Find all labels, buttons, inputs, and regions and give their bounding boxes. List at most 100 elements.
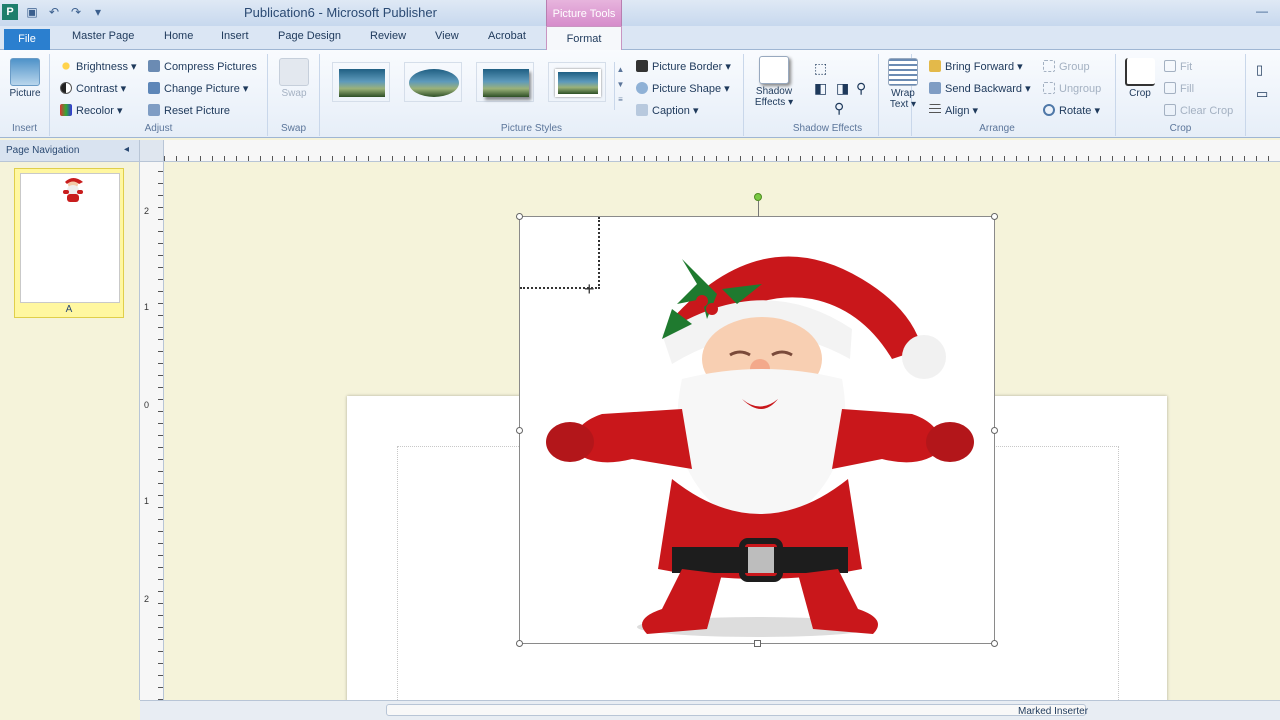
wrap-text-button[interactable]: Wrap Text ▾ (885, 58, 921, 110)
group-label-arrange: Arrange (979, 123, 1015, 134)
horizontal-ruler[interactable] (164, 140, 1280, 162)
clear-crop-icon (1164, 104, 1176, 116)
publication-workspace[interactable]: + (165, 163, 1280, 700)
style-gallery-scroll[interactable]: ▲ ▼ ≡ (614, 62, 626, 110)
insert-picture-button[interactable]: Picture (6, 58, 44, 99)
contrast-button[interactable]: Contrast ▾ (60, 82, 126, 95)
vertical-ruler[interactable]: 2 1 0 1 2 (140, 162, 164, 700)
caption-icon (636, 104, 648, 116)
resize-handle-left[interactable] (516, 427, 523, 434)
tab-page-design[interactable]: Page Design (278, 30, 341, 50)
scrollbar-thumb[interactable] (386, 704, 1086, 716)
recolor-button[interactable]: Recolor ▾ (60, 104, 122, 117)
send-backward-icon (929, 82, 941, 94)
picture-shape-button[interactable]: Picture Shape ▾ (636, 82, 730, 95)
tab-home[interactable]: Home (164, 30, 193, 50)
tab-acrobat[interactable]: Acrobat (488, 30, 526, 50)
compress-pictures-button[interactable]: Compress Pictures (148, 60, 257, 73)
undo-icon[interactable]: ↶ (46, 4, 62, 20)
wrap-text-label: Wrap Text ▾ (889, 88, 917, 110)
change-picture-button[interactable]: Change Picture ▾ (148, 82, 248, 95)
ruler-number: 1 (144, 302, 150, 312)
publisher-app-icon[interactable]: P (2, 4, 18, 20)
swap-button[interactable]: Swap (276, 58, 312, 99)
shape-width-icon[interactable]: ▭ (1256, 86, 1268, 102)
change-picture-icon (148, 82, 160, 94)
reset-picture-icon (148, 104, 160, 116)
caption-button[interactable]: Caption ▾ (636, 104, 699, 117)
ungroup-button[interactable]: Ungroup (1043, 82, 1101, 95)
minimize-button[interactable]: — (1250, 2, 1274, 20)
clear-crop-button[interactable]: Clear Crop (1164, 104, 1233, 117)
tab-format[interactable]: Format (546, 26, 622, 51)
ruler-number: 2 (144, 206, 150, 216)
group-insert: Picture Insert (0, 54, 50, 136)
contrast-icon (60, 82, 72, 94)
nudge-shadow-up-icon[interactable]: ⬚ (814, 60, 827, 77)
page-navigation-title: Page Navigation (6, 145, 80, 156)
group-label-insert: Insert (11, 123, 37, 134)
brightness-icon (60, 60, 72, 72)
contrast-label: Contrast ▾ (76, 83, 127, 95)
page-thumbnail-selected[interactable]: A (14, 168, 124, 318)
resize-handle-top-right[interactable] (991, 213, 998, 220)
tab-review[interactable]: Review (370, 30, 406, 50)
rotate-handle[interactable] (754, 193, 762, 201)
bring-forward-icon (929, 60, 941, 72)
align-label: Align ▾ (945, 105, 979, 117)
group-button[interactable]: Group (1043, 60, 1090, 73)
tab-master-page[interactable]: Master Page (72, 30, 134, 50)
ruler-number: 0 (144, 400, 150, 410)
selected-picture-frame[interactable]: + (516, 193, 998, 647)
shadow-effects-button[interactable]: Shadow Effects ▾ (750, 56, 798, 108)
caption-label: Caption ▾ (652, 105, 699, 117)
tab-insert[interactable]: Insert (221, 30, 249, 50)
toggle-shadow-icon[interactable]: ◧ (814, 80, 827, 97)
picture-style-2[interactable] (404, 62, 462, 102)
wrap-text-icon (888, 58, 918, 86)
picture-shape-label: Picture Shape ▾ (652, 83, 730, 95)
crop-icon (1125, 58, 1155, 86)
shadow-effects-label: Shadow Effects ▾ (754, 86, 794, 108)
picture-style-1[interactable] (332, 62, 390, 102)
collapse-pane-icon[interactable]: ◂ (124, 144, 129, 155)
fill-button[interactable]: Fill (1164, 82, 1194, 95)
clear-crop-label: Clear Crop (1180, 105, 1234, 117)
pen-icon (636, 60, 648, 72)
resize-handle-bottom[interactable] (754, 640, 761, 647)
resize-handle-bottom-left[interactable] (516, 640, 523, 647)
align-button[interactable]: Align ▾ (929, 104, 978, 117)
horizontal-scrollbar[interactable]: Marked Inserter (140, 700, 1280, 720)
fit-button[interactable]: Fit (1164, 60, 1192, 73)
bring-forward-button[interactable]: Bring Forward ▾ (929, 60, 1023, 73)
nudge-shadow-down-icon[interactable]: ⚲ (834, 100, 844, 117)
ruler-corner (140, 140, 164, 162)
picture-style-3[interactable] (476, 62, 534, 102)
picture-border-button[interactable]: Picture Border ▾ (636, 60, 731, 73)
picture-style-4[interactable] (548, 62, 606, 102)
save-icon[interactable]: ▣ (24, 4, 40, 20)
style-preview-icon (339, 69, 385, 97)
tab-view[interactable]: View (435, 30, 459, 50)
resize-handle-bottom-right[interactable] (991, 640, 998, 647)
shadow-icon (759, 56, 789, 84)
resize-handle-right[interactable] (991, 427, 998, 434)
redo-icon[interactable]: ↷ (68, 4, 84, 20)
insert-picture-label: Picture (9, 88, 41, 99)
brightness-button[interactable]: Brightness ▾ (60, 60, 137, 73)
zoom-icon[interactable]: ⚲ (856, 80, 866, 97)
send-backward-button[interactable]: Send Backward ▾ (929, 82, 1031, 95)
group-label-picture-styles: Picture Styles (500, 123, 563, 134)
reset-picture-button[interactable]: Reset Picture (148, 104, 230, 117)
tab-file[interactable]: File (4, 29, 50, 50)
nudge-shadow-right-icon[interactable]: ◨ (836, 80, 849, 97)
ribbon: Picture Insert Brightness ▾ Contrast ▾ R… (0, 50, 1280, 138)
crop-button[interactable]: Crop (1122, 58, 1158, 99)
group-picture-styles: ▲ ▼ ≡ Picture Border ▾ Picture Shape ▾ Cap… (320, 54, 744, 136)
bring-forward-label: Bring Forward ▾ (945, 61, 1023, 73)
rotate-button[interactable]: Rotate ▾ (1043, 104, 1100, 117)
shape-height-icon[interactable]: ▯ (1256, 62, 1263, 78)
page-number: A (65, 304, 73, 315)
picture-tools-contextual-header: Picture Tools (546, 0, 622, 26)
customize-quick-access-icon[interactable]: ▾ (90, 4, 106, 20)
